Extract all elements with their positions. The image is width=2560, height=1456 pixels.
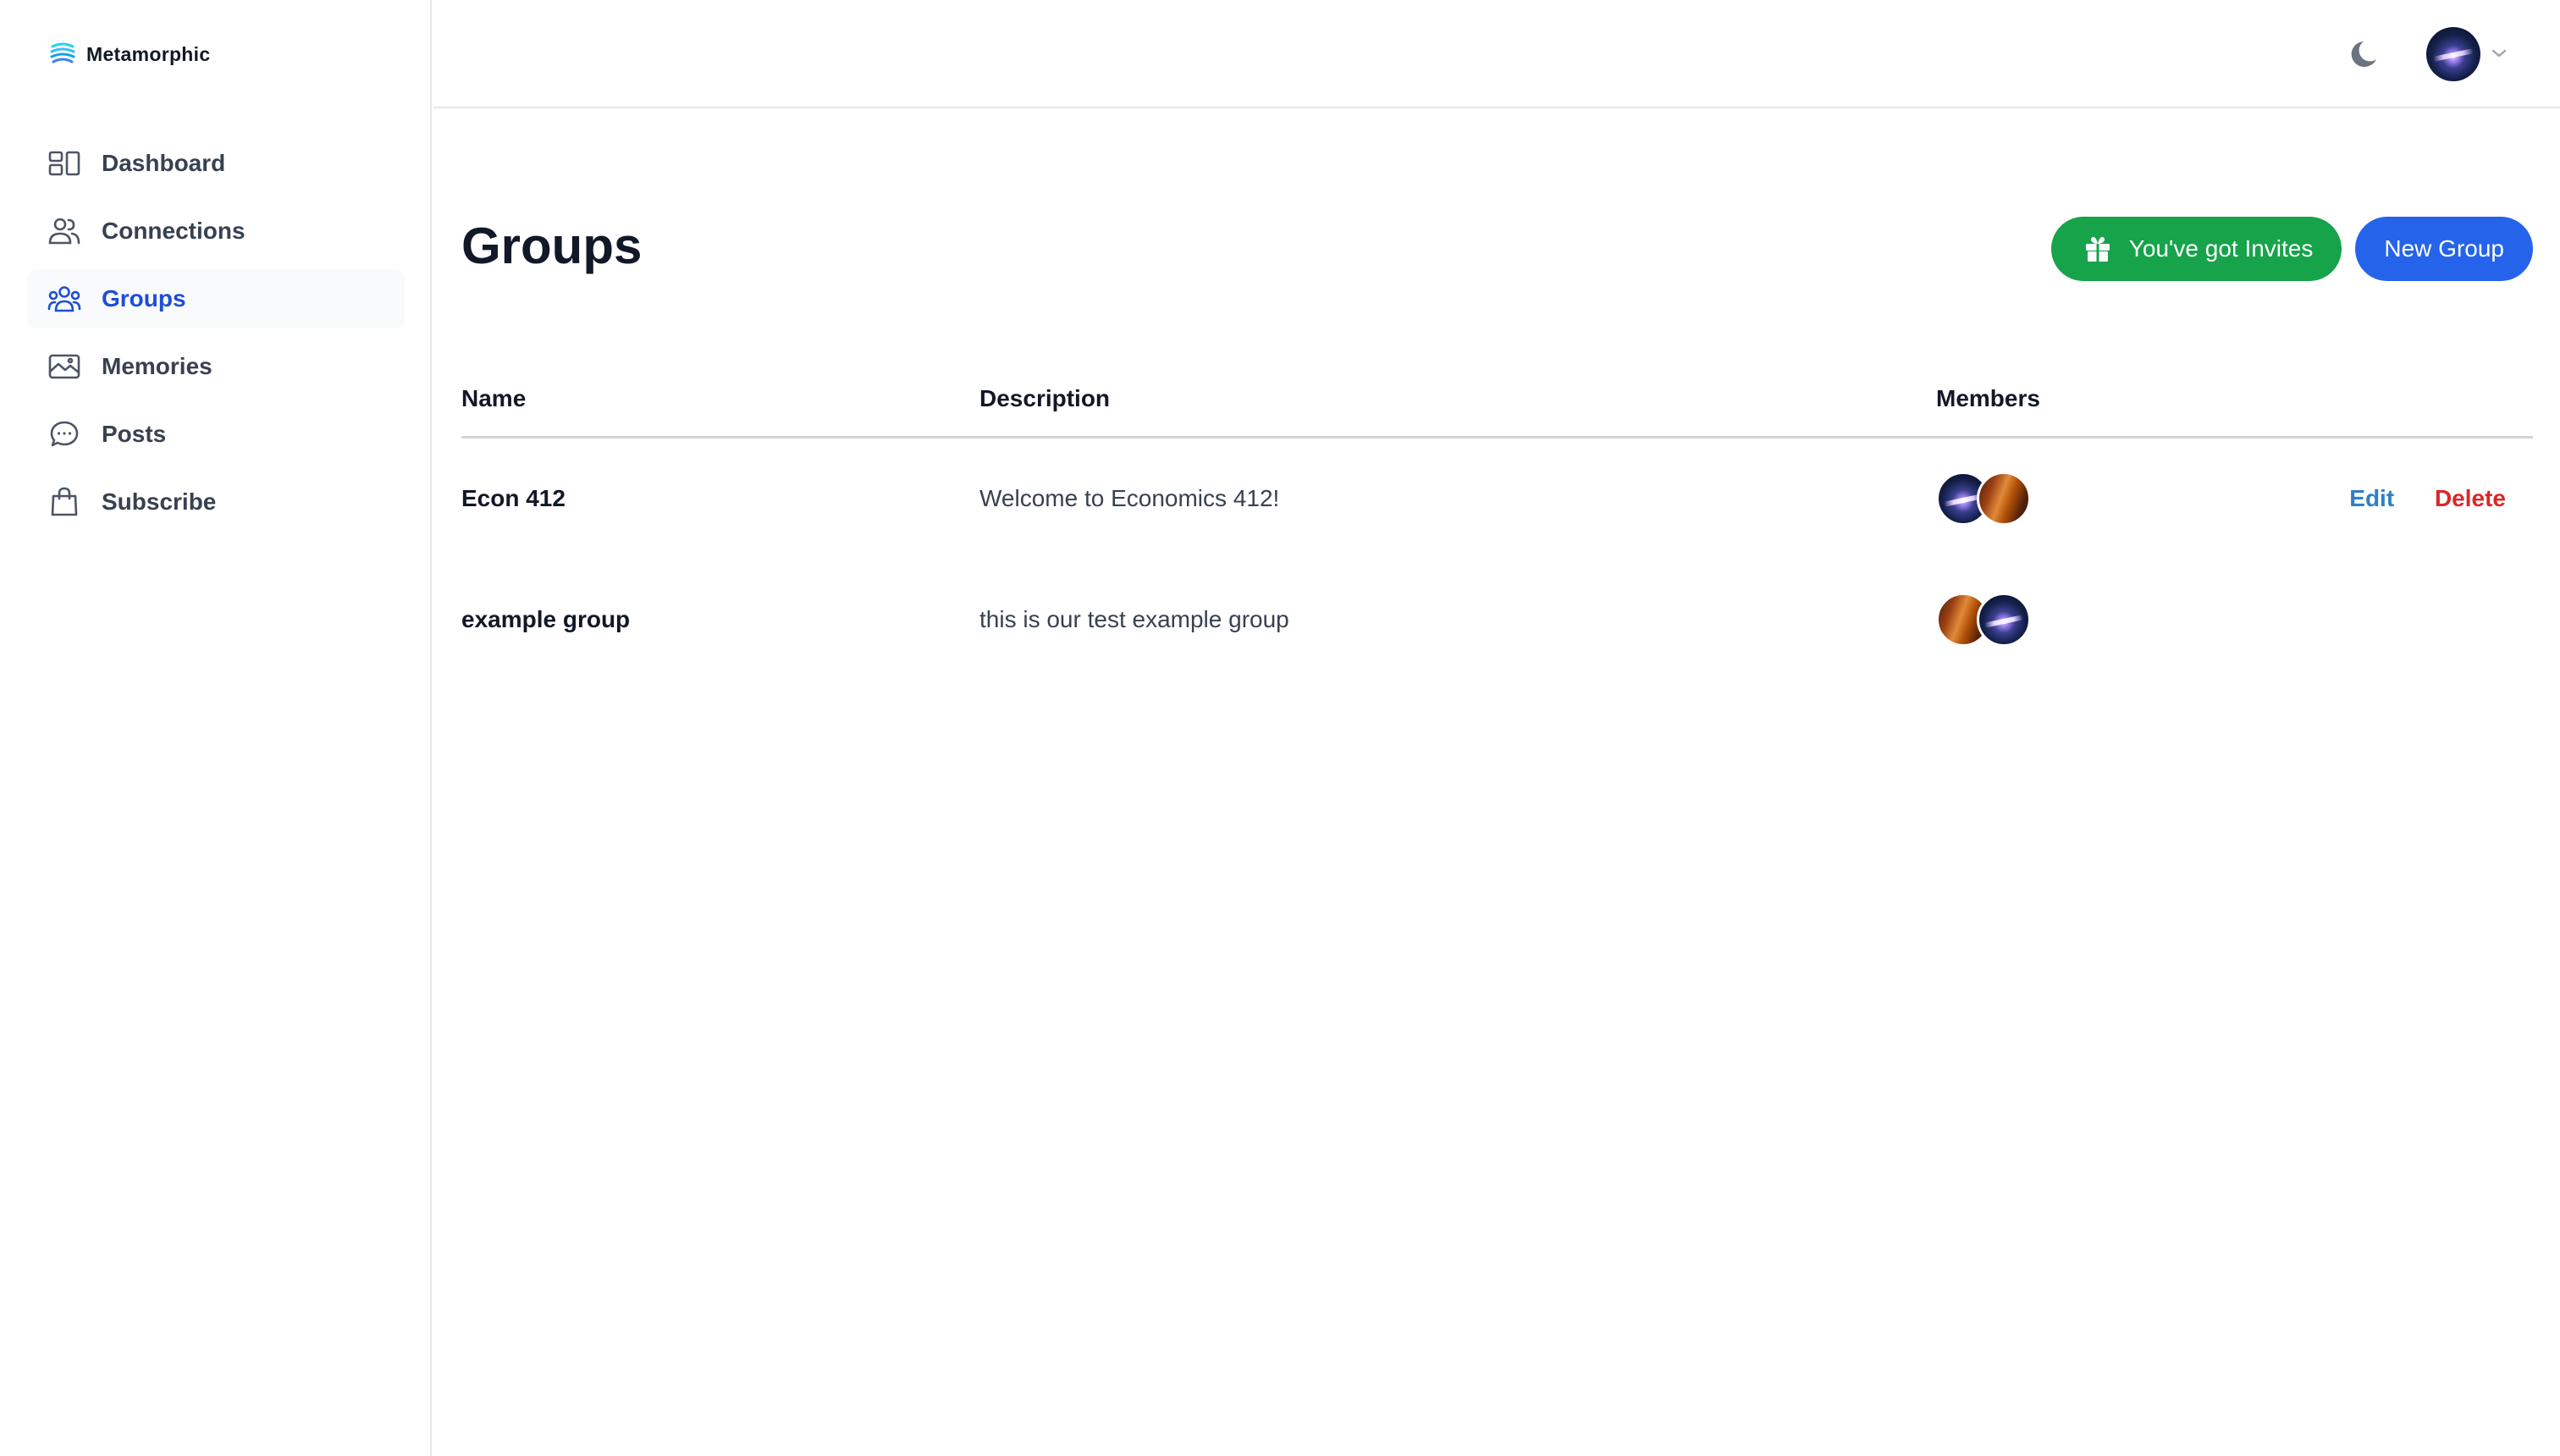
member-avatar[interactable] xyxy=(1977,471,2031,526)
logo[interactable]: Metamorphic xyxy=(49,37,210,71)
table-row[interactable]: example group this is our test example g… xyxy=(461,559,2533,681)
group-members xyxy=(1936,559,2317,681)
logo-text: Metamorphic xyxy=(86,42,211,65)
sidebar-item-memories[interactable]: Memories xyxy=(27,337,405,396)
group-members xyxy=(1936,437,2317,559)
sidebar-item-label: Connections xyxy=(102,218,246,244)
delete-button[interactable]: Delete xyxy=(2435,485,2506,511)
page-actions: You've got Invites New Group xyxy=(2050,217,2533,281)
column-header-description[interactable]: Description xyxy=(979,362,1936,438)
page-title: Groups xyxy=(461,218,643,274)
row-actions xyxy=(2317,559,2533,681)
group-name: example group xyxy=(461,606,631,632)
edit-button[interactable]: Edit xyxy=(2349,485,2394,511)
invites-button[interactable]: You've got Invites xyxy=(2050,217,2342,281)
table-header-row: Name Description Members xyxy=(461,362,2533,438)
sidebar-item-dashboard[interactable]: Dashboard xyxy=(27,134,405,193)
group-description: Welcome to Economics 412! xyxy=(979,484,1280,511)
sidebar-item-connections[interactable]: Connections xyxy=(27,201,405,261)
app-root: Metamorphic Dashboard Connections Groups… xyxy=(0,0,2560,1456)
invites-button-label: You've got Invites xyxy=(2128,235,2314,262)
logo-icon xyxy=(50,42,75,63)
shopping-bag-icon xyxy=(47,485,81,519)
dashboard-icon xyxy=(47,146,81,180)
users-icon xyxy=(47,214,81,248)
group-description: this is our test example group xyxy=(979,606,1289,632)
new-group-button[interactable]: New Group xyxy=(2355,217,2533,281)
sidebar-item-label: Subscribe xyxy=(102,488,217,515)
sidebar-item-label: Dashboard xyxy=(102,150,226,176)
table-row[interactable]: Econ 412 Welcome to Economics 412! Edit … xyxy=(461,437,2533,559)
sidebar-nav: Dashboard Connections Groups Memories Po… xyxy=(27,134,405,540)
sidebar-item-groups[interactable]: Groups xyxy=(27,269,405,328)
sidebar: Metamorphic Dashboard Connections Groups… xyxy=(0,0,432,1456)
column-header-actions xyxy=(2317,362,2533,438)
chevron-down-icon[interactable] xyxy=(2491,47,2508,59)
sidebar-item-label: Groups xyxy=(102,285,186,312)
member-avatar[interactable] xyxy=(1977,593,2031,647)
new-group-button-label: New Group xyxy=(2384,235,2504,262)
sidebar-item-subscribe[interactable]: Subscribe xyxy=(27,472,405,532)
column-header-members[interactable]: Members xyxy=(1936,362,2317,438)
gift-icon xyxy=(2085,236,2110,262)
user-group-icon xyxy=(47,282,81,316)
member-avatars xyxy=(1936,593,2317,647)
row-actions: Edit Delete xyxy=(2317,437,2533,559)
member-avatars xyxy=(1936,471,2317,526)
sidebar-item-posts[interactable]: Posts xyxy=(27,405,405,464)
user-avatar[interactable] xyxy=(2426,27,2480,81)
groups-table: Name Description Members Econ 412 Welcom… xyxy=(461,362,2533,681)
group-name: Econ 412 xyxy=(461,484,566,511)
column-header-name[interactable]: Name xyxy=(461,362,979,438)
sidebar-item-label: Posts xyxy=(102,421,167,447)
photo-icon xyxy=(47,350,81,383)
sidebar-item-label: Memories xyxy=(102,353,212,379)
top-bar xyxy=(433,0,2560,108)
chat-bubble-icon xyxy=(47,417,81,451)
moon-icon[interactable] xyxy=(2347,37,2381,71)
